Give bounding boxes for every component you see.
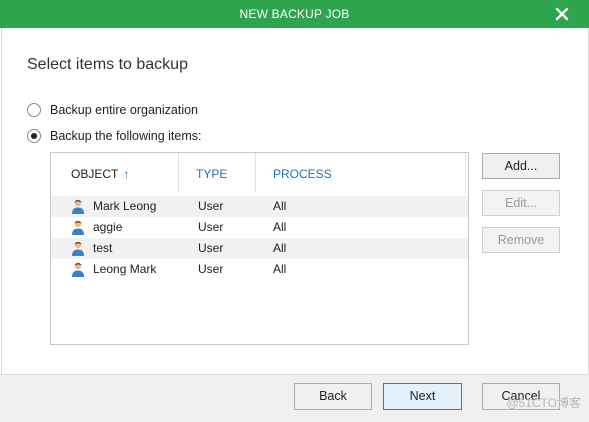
- column-header-type[interactable]: TYPE: [196, 167, 227, 181]
- user-icon: [72, 220, 84, 235]
- next-button[interactable]: Next: [383, 383, 462, 410]
- window-title: NEW BACKUP JOB: [239, 7, 350, 21]
- radio-backup-entire-organization[interactable]: Backup entire organization: [27, 101, 198, 119]
- add-button[interactable]: Add...: [482, 153, 560, 179]
- remove-button[interactable]: Remove: [482, 227, 560, 253]
- user-icon: [72, 241, 84, 256]
- object-type: User: [198, 220, 224, 234]
- user-icon: [72, 199, 84, 214]
- edit-button[interactable]: Edit...: [482, 190, 560, 216]
- table-row[interactable]: Leong Mark User All: [51, 259, 468, 280]
- page-heading: Select items to backup: [27, 56, 188, 73]
- table-row[interactable]: test User All: [51, 238, 468, 259]
- object-process: All: [273, 220, 287, 234]
- object-process: All: [273, 241, 287, 255]
- object-type: User: [198, 241, 224, 255]
- column-divider: [465, 153, 466, 193]
- back-button[interactable]: Back: [294, 383, 372, 410]
- table-row[interactable]: aggie User All: [51, 217, 468, 238]
- radio-button-unchecked[interactable]: [27, 103, 41, 117]
- radio-button-checked[interactable]: [27, 129, 41, 143]
- radio-backup-following-items[interactable]: Backup the following items:: [27, 127, 201, 145]
- object-name: Mark Leong: [93, 199, 157, 213]
- object-process: All: [273, 199, 287, 213]
- radio-label: Backup entire organization: [50, 103, 199, 117]
- table-row[interactable]: Mark Leong User All: [51, 196, 468, 217]
- title-bar: NEW BACKUP JOB: [0, 0, 589, 28]
- user-icon: [72, 262, 84, 277]
- object-process: All: [273, 262, 287, 276]
- watermark: @51CTO博客: [506, 396, 581, 410]
- object-type: User: [198, 262, 224, 276]
- column-divider: [255, 153, 256, 193]
- column-header-object[interactable]: OBJECT ↑: [71, 167, 129, 181]
- column-header-process[interactable]: PROCESS: [273, 167, 332, 181]
- object-name: Leong Mark: [93, 262, 157, 276]
- object-name: aggie: [93, 220, 123, 234]
- column-header-label: OBJECT: [71, 167, 119, 181]
- items-table[interactable]: OBJECT ↑ TYPE PROCESS Mark Leong User All…: [50, 152, 469, 345]
- column-divider: [178, 153, 179, 193]
- object-type: User: [198, 199, 224, 213]
- object-name: test: [93, 241, 113, 255]
- radio-label: Backup the following items:: [50, 129, 202, 143]
- sort-ascending-icon: ↑: [123, 167, 130, 181]
- close-icon[interactable]: [553, 5, 571, 23]
